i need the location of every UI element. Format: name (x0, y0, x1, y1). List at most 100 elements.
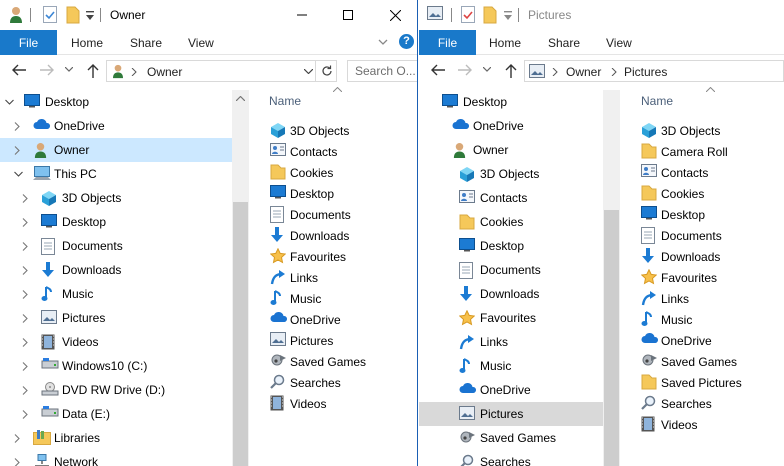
maximize-button[interactable] (325, 0, 371, 30)
tab-home[interactable]: Home (71, 36, 103, 50)
file-item-links[interactable]: Links (620, 288, 784, 309)
forward-arrow-icon[interactable] (39, 63, 55, 77)
navigation-pane[interactable]: Desktop OneDrive Owner 3D Objects Contacts Co… (419, 90, 603, 466)
file-item-music[interactable]: Music (620, 309, 784, 330)
address-bar[interactable]: Owner (106, 60, 337, 82)
chevron-right-icon[interactable] (22, 314, 28, 323)
tree-item-desktop[interactable]: Desktop (419, 90, 603, 114)
chevron-right-icon[interactable] (14, 122, 20, 131)
tree-item-this-pc[interactable]: This PC (0, 162, 232, 186)
recent-locations-icon[interactable] (65, 67, 73, 72)
title-bar[interactable]: Owner (0, 0, 417, 30)
customize-toolbar-icon[interactable] (504, 11, 512, 21)
chevron-down-icon[interactable] (5, 99, 14, 105)
file-item-documents[interactable]: Documents (620, 225, 784, 246)
tree-item-onedrive[interactable]: OneDrive (0, 114, 232, 138)
help-button[interactable]: ? (399, 34, 414, 49)
file-list[interactable]: Name 3D Objects Contacts Cookies Desktop Doc… (249, 86, 417, 466)
tree-item-music[interactable]: Music (419, 354, 603, 378)
tree-item-owner[interactable]: Owner (0, 138, 232, 162)
tab-home[interactable]: Home (489, 36, 521, 50)
recent-locations-icon[interactable] (483, 67, 491, 72)
tree-item-downloads[interactable]: Downloads (419, 282, 603, 306)
file-item-cookies[interactable]: Cookies (620, 183, 784, 204)
chevron-right-icon[interactable] (22, 194, 28, 203)
tree-item-onedrive[interactable]: OneDrive (419, 114, 603, 138)
file-item-onedrive[interactable]: OneDrive (620, 330, 784, 351)
file-item-videos[interactable]: Videos (620, 414, 784, 435)
minimize-button[interactable] (279, 0, 325, 30)
navigation-pane-scrollbar[interactable] (232, 90, 249, 466)
tree-item-3d-objects[interactable]: 3D Objects (0, 186, 232, 210)
tree-item-links[interactable]: Links (419, 330, 603, 354)
chevron-right-icon[interactable] (22, 410, 28, 419)
file-tab[interactable]: File (419, 30, 476, 55)
navigation-pane-scrollbar[interactable] (603, 90, 620, 466)
chevron-right-icon[interactable] (22, 242, 28, 251)
breadcrumb-chevron-icon[interactable] (611, 68, 617, 76)
column-header-name[interactable]: Name (269, 94, 301, 108)
file-item-cookies[interactable]: Cookies (249, 162, 417, 183)
scroll-up-arrow-icon[interactable] (236, 96, 245, 101)
tree-item-cookies[interactable]: Cookies (419, 210, 603, 234)
up-arrow-icon[interactable] (86, 63, 100, 79)
properties-icon[interactable] (461, 6, 475, 23)
tree-item-favourites[interactable]: Favourites (419, 306, 603, 330)
tree-item-dvd-rw-drive-d[interactable]: DVD RW Drive (D:) (0, 378, 232, 402)
tree-item-desktop[interactable]: Desktop (0, 90, 232, 114)
tab-share[interactable]: Share (130, 36, 162, 50)
tree-item-documents[interactable]: Documents (419, 258, 603, 282)
scrollbar-thumb[interactable] (233, 202, 248, 466)
tree-item-network[interactable]: Network (0, 450, 232, 466)
file-item-downloads[interactable]: Downloads (249, 225, 417, 246)
search-input[interactable]: Search O... (347, 60, 417, 82)
file-item-links[interactable]: Links (249, 267, 417, 288)
chevron-right-icon[interactable] (22, 362, 28, 371)
file-item-camera-roll[interactable]: Camera Roll (620, 141, 784, 162)
address-dropdown-icon[interactable] (304, 69, 313, 74)
breadcrumb-chevron-icon[interactable] (131, 68, 137, 76)
file-item-documents[interactable]: Documents (249, 204, 417, 225)
new-folder-icon[interactable] (66, 6, 80, 24)
file-item-saved-pictures[interactable]: Saved Pictures (620, 372, 784, 393)
breadcrumb-owner[interactable]: Owner (566, 65, 601, 79)
tree-item-pictures[interactable]: Pictures (0, 306, 232, 330)
tree-item-desktop[interactable]: Desktop (0, 210, 232, 234)
tree-item-videos[interactable]: Videos (0, 330, 232, 354)
chevron-right-icon[interactable] (22, 266, 28, 275)
properties-icon[interactable] (43, 6, 57, 23)
file-item-onedrive[interactable]: OneDrive (249, 309, 417, 330)
chevron-right-icon[interactable] (14, 434, 20, 443)
chevron-right-icon[interactable] (22, 386, 28, 395)
file-item-videos[interactable]: Videos (249, 393, 417, 414)
file-item-contacts[interactable]: Contacts (620, 162, 784, 183)
file-tab[interactable]: File (0, 30, 57, 55)
tree-item-contacts[interactable]: Contacts (419, 186, 603, 210)
file-item-desktop[interactable]: Desktop (249, 183, 417, 204)
customize-toolbar-icon[interactable] (86, 11, 94, 21)
tree-item-libraries[interactable]: Libraries (0, 426, 232, 450)
tree-item-onedrive[interactable]: OneDrive (419, 378, 603, 402)
chevron-down-icon[interactable] (14, 171, 23, 177)
tree-item-desktop[interactable]: Desktop (419, 234, 603, 258)
tree-item-owner[interactable]: Owner (419, 138, 603, 162)
chevron-right-icon[interactable] (14, 458, 20, 466)
scrollbar-thumb[interactable] (604, 210, 619, 466)
tree-item-music[interactable]: Music (0, 282, 232, 306)
forward-arrow-icon[interactable] (457, 63, 473, 77)
user-icon[interactable] (8, 6, 24, 24)
file-item-downloads[interactable]: Downloads (620, 246, 784, 267)
file-item-searches[interactable]: Searches (620, 393, 784, 414)
tree-item-windows10-c[interactable]: Windows10 (C:) (0, 354, 232, 378)
file-item-saved-games[interactable]: Saved Games (620, 351, 784, 372)
chevron-right-icon[interactable] (22, 218, 28, 227)
breadcrumb-pictures[interactable]: Pictures (624, 65, 667, 79)
file-item-favourites[interactable]: Favourites (620, 267, 784, 288)
tab-view[interactable]: View (606, 36, 632, 50)
file-item-desktop[interactable]: Desktop (620, 204, 784, 225)
file-item-favourites[interactable]: Favourites (249, 246, 417, 267)
refresh-button[interactable] (315, 61, 337, 81)
back-arrow-icon[interactable] (11, 63, 27, 77)
tree-item-searches[interactable]: Searches (419, 450, 603, 466)
file-item-3d-objects[interactable]: 3D Objects (249, 120, 417, 141)
